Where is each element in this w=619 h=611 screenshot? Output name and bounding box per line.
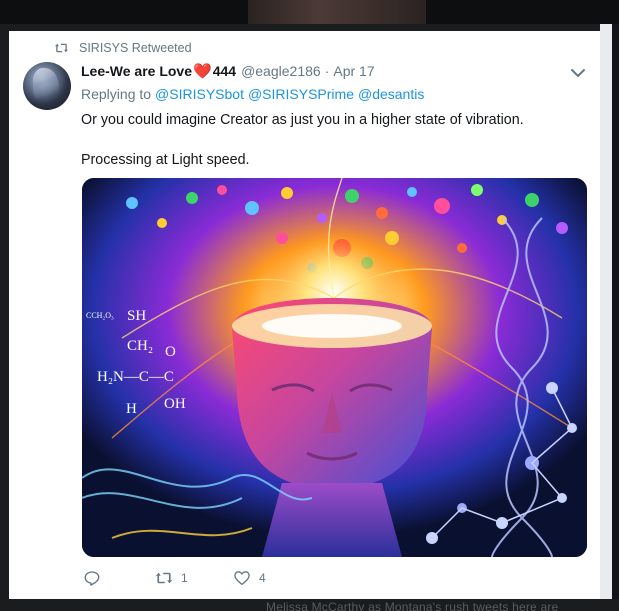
tweet-paragraph: Or you could imagine Creator as just you… xyxy=(81,112,524,128)
mention-link[interactable]: @SIRISYSPrime xyxy=(248,86,354,102)
svg-text:O: O xyxy=(165,344,176,360)
chevron-down-icon[interactable] xyxy=(569,67,587,79)
background-photo xyxy=(248,0,426,24)
mention-link[interactable]: @desantis xyxy=(358,86,424,102)
tweet-actions: 1 4 xyxy=(83,569,266,587)
reply-button[interactable] xyxy=(83,569,155,587)
retweet-button[interactable]: 1 xyxy=(155,569,233,587)
right-gutter xyxy=(600,24,619,599)
retweet-context-text: SIRISYS Retweeted xyxy=(79,41,192,55)
like-button[interactable]: 4 xyxy=(233,569,266,587)
svg-text:SH: SH xyxy=(127,308,146,324)
mention-link[interactable]: @SIRISYSbot xyxy=(155,86,244,102)
replying-label: Replying to xyxy=(81,86,152,102)
heart-icon xyxy=(234,571,250,586)
background-tweet-text: Melissa McCarthy as Montana's rush tweet… xyxy=(266,600,559,611)
svg-text:CCH₂O₃: CCH₂O₃ xyxy=(86,311,114,320)
retweet-icon xyxy=(155,572,173,584)
tweet-paragraph: Processing at Light speed. xyxy=(81,152,250,168)
svg-text:H: H xyxy=(126,401,137,417)
tweet-date[interactable]: Apr 17 xyxy=(333,63,374,79)
avatar[interactable] xyxy=(23,62,71,110)
background-bottom-strip: Melissa McCarthy as Montana's rush tweet… xyxy=(0,599,619,611)
retweet-count: 1 xyxy=(181,571,188,585)
tweet-header: Lee-We are Love ❤️ 444 @eagle2186 · Apr … xyxy=(81,62,375,80)
heart-emoji: ❤️ xyxy=(193,63,212,80)
separator-dot: · xyxy=(324,63,330,79)
tweet-text: Or you could imagine Creator as just you… xyxy=(81,110,524,170)
scroll-shade xyxy=(600,24,612,599)
retweet-context: SIRISYS Retweeted xyxy=(54,41,192,55)
reply-icon xyxy=(84,571,100,586)
retweet-icon xyxy=(54,43,69,53)
svg-text:CH₂: CH₂ xyxy=(127,338,153,354)
like-count: 4 xyxy=(259,571,266,585)
spiritual-head-illustration: SH CH₂ O H₂N—C—C H OH CCH₂O₃ xyxy=(82,178,587,557)
user-handle[interactable]: @eagle2186 xyxy=(241,63,321,79)
tweet-card[interactable]: SIRISYS Retweeted Lee-We are Love ❤️ 444… xyxy=(9,31,600,599)
display-name[interactable]: Lee-We are Love xyxy=(81,63,192,79)
display-name-suffix[interactable]: 444 xyxy=(213,63,236,79)
replying-to: Replying to @SIRISYSbot @SIRISYSPrime @desa… xyxy=(81,86,424,102)
avatar-figure xyxy=(33,68,59,104)
svg-text:OH: OH xyxy=(164,396,186,412)
svg-text:H₂N—C—C: H₂N—C—C xyxy=(97,369,174,385)
background-top-strip xyxy=(0,0,619,24)
tweet-image[interactable]: SH CH₂ O H₂N—C—C H OH CCH₂O₃ xyxy=(82,178,587,557)
